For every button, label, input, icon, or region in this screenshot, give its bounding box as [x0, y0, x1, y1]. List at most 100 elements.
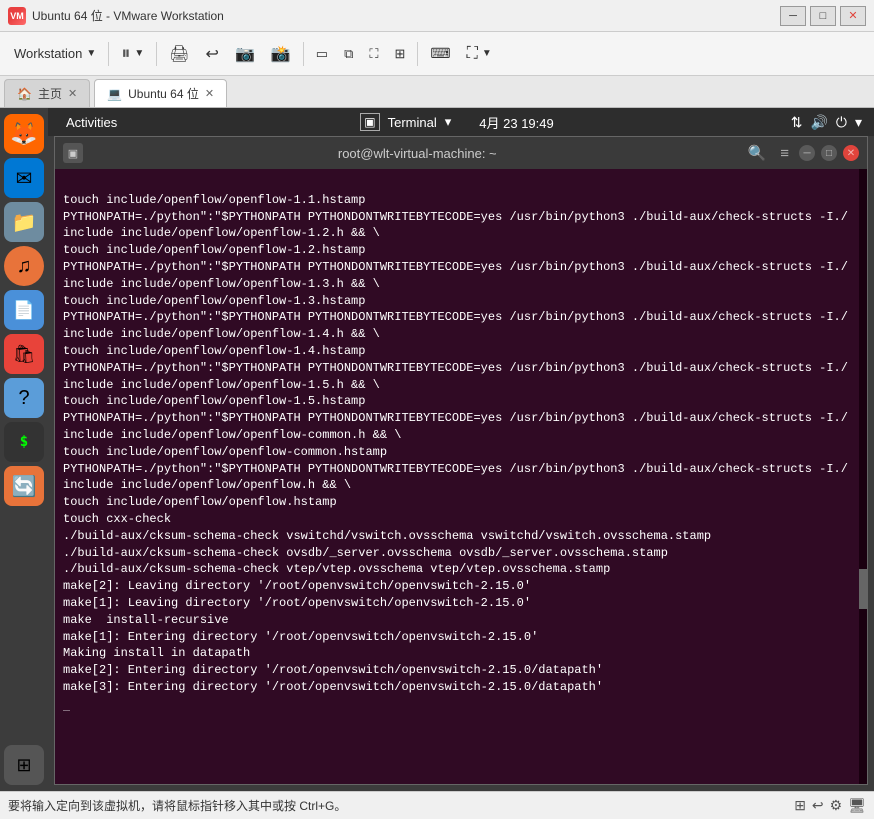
sidebar-item-files[interactable]: 📁	[4, 202, 44, 242]
tab-home[interactable]: 🏠 主页 ✕	[4, 79, 90, 107]
status-text: 要将输入定向到该虚拟机，请将鼠标指针移入其中或按 Ctrl+G。	[8, 797, 794, 814]
sidebar-item-terminal[interactable]: $	[4, 422, 44, 462]
workstation-label: Workstation	[14, 46, 82, 61]
terminal-line-24: make[3]: Entering directory '/root/openv…	[63, 680, 603, 694]
vmware-toolbar: Workstation ▼ ⏸ ▼ 🖨 ↩ 📷 📸 ▭ ⧉ ⛶ ⊞ ⌨ ⛶ ▼	[0, 32, 874, 76]
terminal-body: touch include/openflow/openflow-1.1.hsta…	[55, 169, 867, 784]
toolbar-separator-2	[156, 42, 157, 66]
terminal-line-1: touch include/openflow/openflow-1.1.hsta…	[63, 193, 365, 207]
terminal-content[interactable]: touch include/openflow/openflow-1.1.hsta…	[55, 169, 859, 784]
status-usb-icon[interactable]: ↩	[812, 797, 824, 814]
terminal-line-7: touch include/openflow/openflow-1.4.hsta…	[63, 344, 365, 358]
terminal-line-16: ./build-aux/cksum-schema-check ovsdb/_se…	[63, 546, 668, 560]
minimize-button[interactable]: ─	[780, 6, 806, 26]
terminal-search-icon[interactable]: 🔍	[744, 142, 771, 164]
terminal-line-10: PYTHONPATH=./python":"$PYTHONPATH PYTHON…	[63, 411, 848, 442]
system-menu-icon[interactable]: ▾	[855, 114, 862, 131]
terminal-window-icon: ▣	[63, 143, 83, 163]
terminal-line-9: touch include/openflow/openflow-1.5.hsta…	[63, 394, 365, 408]
fullscreen-icon: ⛶	[467, 45, 478, 63]
revert-button[interactable]: ↩	[200, 39, 225, 69]
tab-ubuntu-label: Ubuntu 64 位	[128, 85, 199, 102]
terminal-line-13: touch include/openflow/openflow.hstamp	[63, 495, 337, 509]
workstation-dropdown-icon: ▼	[86, 48, 96, 59]
view-normal-button[interactable]: ▭	[310, 39, 334, 69]
terminal-line-18: make[2]: Leaving directory '/root/openvs…	[63, 579, 531, 593]
status-display-icon[interactable]: 🖥	[848, 797, 866, 814]
terminal-line-4: PYTHONPATH=./python":"$PYTHONPATH PYTHON…	[63, 260, 848, 291]
view-unity-icon: ⧉	[344, 46, 353, 62]
terminal-line-2: PYTHONPATH=./python":"$PYTHONPATH PYTHON…	[63, 210, 848, 241]
tab-home-label: 主页	[38, 85, 62, 102]
sidebar-item-appstore[interactable]: 🛍	[4, 334, 44, 374]
view-full-button[interactable]: ⛶	[363, 39, 384, 69]
snapshot-new-button[interactable]: 📸	[265, 39, 297, 69]
sidebar-item-firefox[interactable]: 🦊	[4, 114, 44, 154]
status-settings-icon[interactable]: ⚙	[830, 797, 843, 814]
app-icon: VM	[8, 7, 26, 25]
view-unity-button[interactable]: ⧉	[338, 39, 359, 69]
terminal-maximize-button[interactable]: □	[821, 145, 837, 161]
terminal-line-17: ./build-aux/cksum-schema-check vtep/vtep…	[63, 562, 610, 576]
snapshot-manager-button[interactable]: 📷	[229, 39, 261, 69]
tab-home-close[interactable]: ✕	[68, 87, 77, 100]
terminal-close-button[interactable]: ✕	[843, 145, 859, 161]
sidebar-item-help[interactable]: ?	[4, 378, 44, 418]
terminal-scrollbar[interactable]	[859, 169, 867, 784]
terminal-menu-icon[interactable]: ≡	[776, 143, 793, 164]
terminal-window-title: root@wlt-virtual-machine: ~	[91, 146, 744, 161]
terminal-dropdown-icon[interactable]: ▾	[445, 114, 452, 130]
ubuntu-dock: 🦊 ✉ 📁 ♫ 📄 🛍 ? $ 🔄 ⊞	[0, 108, 48, 791]
terminal-line-20: make install-recursive	[63, 613, 229, 627]
workstation-menu[interactable]: Workstation ▼	[8, 39, 102, 69]
activities-button[interactable]: Activities	[60, 113, 123, 132]
power-icon[interactable]: ⏻	[836, 114, 847, 131]
terminal-titlebar: ▣ root@wlt-virtual-machine: ~ 🔍 ≡ ─ □ ✕	[55, 137, 867, 169]
view-split-button[interactable]: ⊞	[388, 39, 411, 69]
fullscreen-dropdown: ▼	[482, 48, 492, 59]
toolbar-separator-3	[303, 42, 304, 66]
network-icon[interactable]: ⇅	[791, 114, 803, 131]
maximize-button[interactable]: □	[810, 6, 836, 26]
gnome-date: 4月 23 19:49	[479, 113, 553, 132]
tab-ubuntu-close[interactable]: ✕	[205, 87, 214, 100]
terminal-area: ▣ root@wlt-virtual-machine: ~ 🔍 ≡ ─ □ ✕ …	[48, 136, 874, 791]
terminal-label[interactable]: Terminal	[388, 115, 437, 130]
tab-ubuntu[interactable]: 💻 Ubuntu 64 位 ✕	[94, 79, 227, 107]
fullscreen-button[interactable]: ⛶ ▼	[461, 39, 498, 69]
view-full-icon: ⛶	[369, 46, 378, 62]
ctrlaltdel-button[interactable]: ⌨	[424, 39, 456, 69]
view-normal-icon: ▭	[316, 46, 328, 62]
terminal-scrollbar-thumb[interactable]	[859, 569, 867, 609]
terminal-line-8: PYTHONPATH=./python":"$PYTHONPATH PYTHON…	[63, 361, 848, 392]
sidebar-item-updates[interactable]: 🔄	[4, 466, 44, 506]
status-network-icon[interactable]: ⊞	[794, 797, 806, 814]
tab-bar: 🏠 主页 ✕ 💻 Ubuntu 64 位 ✕	[0, 76, 874, 108]
status-bar: 要将输入定向到该虚拟机，请将鼠标指针移入其中或按 Ctrl+G。 ⊞ ↩ ⚙ 🖥	[0, 791, 874, 819]
sidebar-item-document[interactable]: 📄	[4, 290, 44, 330]
pause-icon: ⏸	[121, 43, 130, 64]
sidebar-item-music[interactable]: ♫	[4, 246, 44, 286]
terminal-minimize-button[interactable]: ─	[799, 145, 815, 161]
snapshot-button[interactable]: 🖨	[163, 39, 195, 69]
window-controls: ─ □ ✕	[780, 6, 866, 26]
terminal-window[interactable]: ▣ root@wlt-virtual-machine: ~ 🔍 ≡ ─ □ ✕ …	[54, 136, 868, 785]
terminal-line-6: PYTHONPATH=./python":"$PYTHONPATH PYTHON…	[63, 310, 848, 341]
terminal-line-22: Making install in datapath	[63, 646, 250, 660]
view-split-icon: ⊞	[394, 46, 405, 62]
sidebar-item-grid[interactable]: ⊞	[4, 745, 44, 785]
close-button[interactable]: ✕	[840, 6, 866, 26]
volume-icon[interactable]: 🔊	[810, 114, 827, 131]
terminal-line-5: touch include/openflow/openflow-1.3.hsta…	[63, 294, 365, 308]
gnome-top-bar: Activities ▣ Terminal ▾ 4月 23 19:49 ⇅ 🔊 …	[48, 108, 874, 136]
snapshot-icon: 🖨	[169, 44, 189, 64]
main-area: 🦊 ✉ 📁 ♫ 📄 🛍 ? $ 🔄 ⊞ Activities ▣ Termina…	[0, 108, 874, 791]
terminal-line-3: touch include/openflow/openflow-1.2.hsta…	[63, 243, 365, 257]
terminal-indicator-icon: ▣	[360, 113, 379, 131]
toolbar-separator-4	[417, 42, 418, 66]
window-title: Ubuntu 64 位 - VMware Workstation	[32, 7, 780, 24]
gnome-center: ▣ Terminal ▾ 4月 23 19:49	[360, 113, 553, 132]
sidebar-item-thunderbird[interactable]: ✉	[4, 158, 44, 198]
pause-button[interactable]: ⏸ ▼	[115, 39, 150, 69]
revert-icon: ↩	[206, 44, 219, 64]
